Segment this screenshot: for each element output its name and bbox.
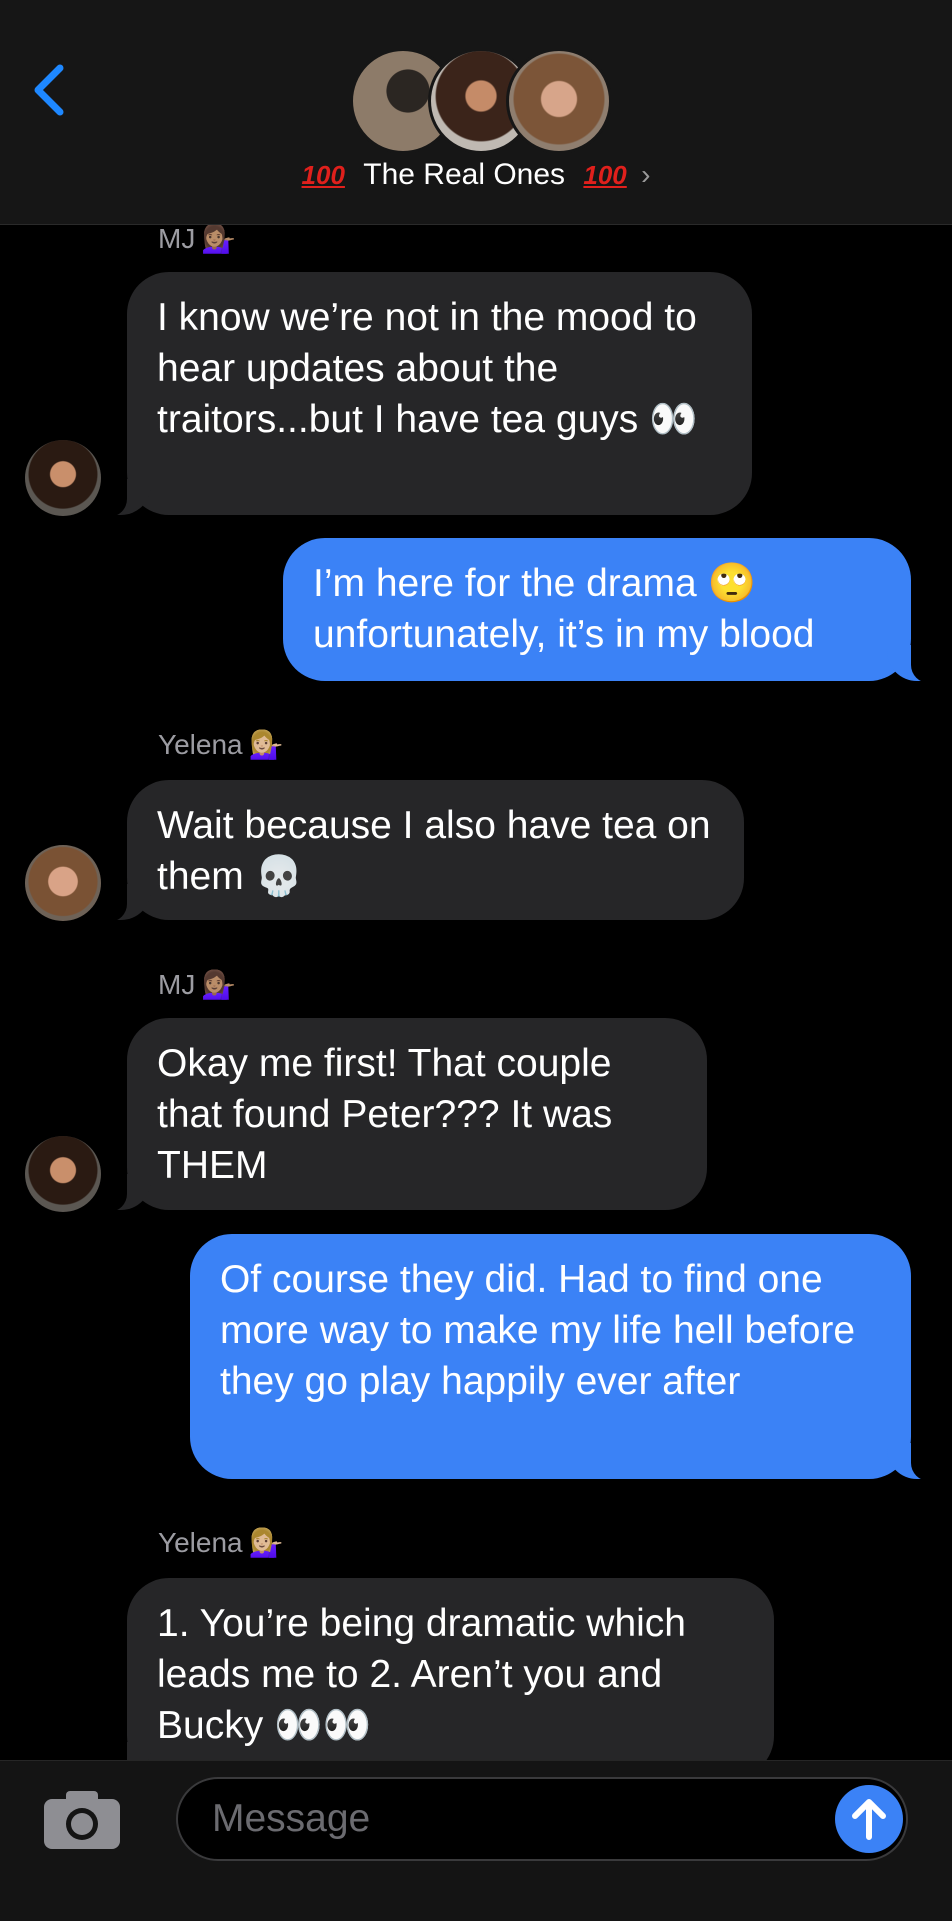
sender-name: MJ 💁🏽‍♀️ xyxy=(158,969,237,1000)
camera-button[interactable] xyxy=(42,1789,122,1851)
hundred-points-icon: 100 xyxy=(583,160,627,190)
sent-message[interactable]: I’m here for the drama 🙄 unfortunately, … xyxy=(283,538,937,683)
group-title[interactable]: 100 The Real Ones 100 › xyxy=(0,158,952,192)
conversation-header: 100 The Real Ones 100 › xyxy=(0,0,952,225)
group-avatars[interactable] xyxy=(350,48,612,154)
back-button[interactable] xyxy=(26,60,76,120)
hundred-points-icon: 100 xyxy=(301,160,345,190)
message-input[interactable] xyxy=(176,1777,908,1861)
send-button[interactable] xyxy=(835,1785,903,1853)
person-tipping-hand-icon: 💁🏼‍♀️ xyxy=(248,1527,284,1558)
camera-icon xyxy=(44,1791,120,1849)
avatar[interactable] xyxy=(25,1136,101,1212)
received-message[interactable]: 1. You’re being dramatic which leads me … xyxy=(101,1578,774,1780)
received-message[interactable]: Wait because I also have tea on them 💀 xyxy=(101,780,744,922)
sender-name: MJ 💁🏽‍♀️ xyxy=(158,223,237,254)
sender-name: Yelena 💁🏼‍♀️ xyxy=(158,1527,284,1558)
received-message[interactable]: I know we’re not in the mood to hear upd… xyxy=(101,272,752,517)
chevron-left-icon xyxy=(34,64,64,116)
sender-name: Yelena 💁🏼‍♀️ xyxy=(158,729,284,760)
avatar[interactable] xyxy=(25,845,101,921)
avatar[interactable] xyxy=(25,440,101,516)
received-message[interactable]: Okay me first! That couple that found Pe… xyxy=(101,1018,707,1212)
arrow-up-icon xyxy=(852,1799,886,1840)
sent-message[interactable]: Of course they did. Had to find one more… xyxy=(190,1234,937,1481)
composer-bar xyxy=(0,1760,952,1921)
person-tipping-hand-icon: 💁🏽‍♀️ xyxy=(201,969,237,1000)
avatar xyxy=(506,48,612,154)
group-name-label: The Real Ones xyxy=(363,158,566,191)
person-tipping-hand-icon: 💁🏼‍♀️ xyxy=(248,729,284,760)
chevron-right-icon: › xyxy=(641,159,651,190)
person-tipping-hand-icon: 💁🏽‍♀️ xyxy=(201,223,237,254)
